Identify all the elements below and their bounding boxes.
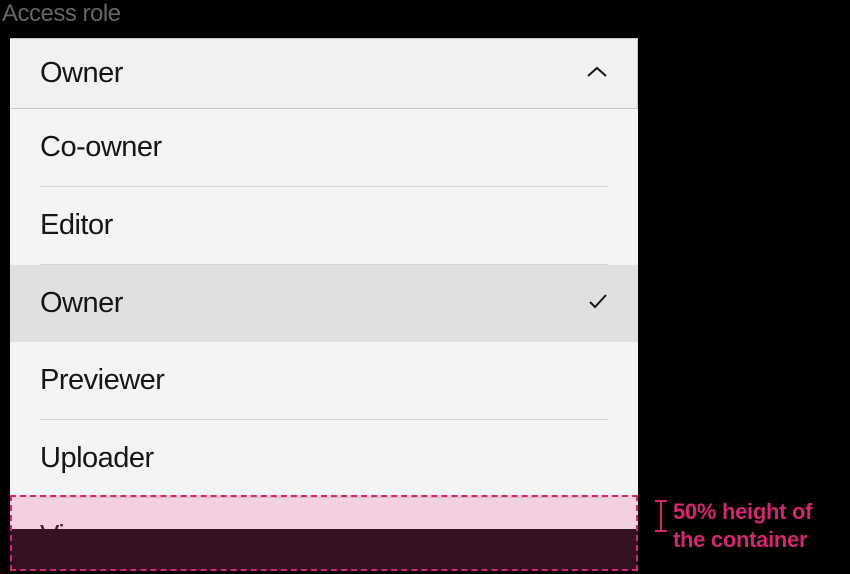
dropdown-option-editor[interactable]: Editor xyxy=(10,187,638,265)
dropdown-option-previewer[interactable]: Previewer xyxy=(10,342,638,420)
dropdown-option-viewer[interactable]: Viewer xyxy=(10,498,638,529)
dropdown-option-owner[interactable]: Owner xyxy=(10,265,638,342)
dropdown-selected-value: Owner xyxy=(40,57,123,90)
check-icon xyxy=(588,293,608,314)
dropdown-menu: Co-owner Editor Owner xyxy=(10,109,638,529)
dropdown-option-uploader[interactable]: Uploader xyxy=(10,420,638,498)
annotation-text: 50% height of the container xyxy=(673,498,812,553)
dropdown-option-coowner[interactable]: Co-owner xyxy=(10,109,638,187)
option-label: Editor xyxy=(40,209,113,242)
annotation-indicator: 50% height of the container xyxy=(655,498,812,553)
option-label: Viewer xyxy=(40,520,125,529)
option-label: Co-owner xyxy=(40,131,162,164)
dropdown-trigger[interactable]: Owner xyxy=(10,38,638,109)
option-label: Previewer xyxy=(40,364,164,397)
option-label: Uploader xyxy=(40,442,154,475)
chevron-up-icon xyxy=(587,65,607,83)
access-role-dropdown: Owner Co-owner Editor Owner xyxy=(10,38,638,529)
field-label: Access role xyxy=(2,0,121,28)
i-beam-icon xyxy=(655,500,667,532)
option-label: Owner xyxy=(40,287,123,320)
